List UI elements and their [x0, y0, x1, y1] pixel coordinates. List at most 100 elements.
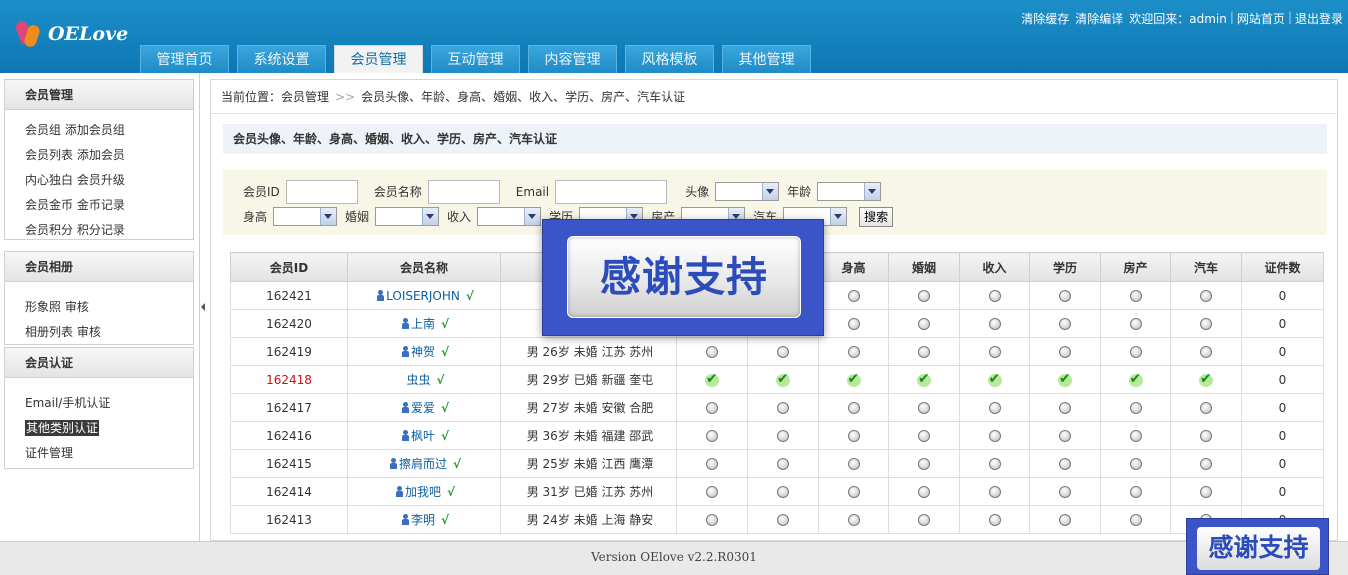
sidebar-item-member-list[interactable]: 会员列表 添加会员: [25, 143, 193, 168]
marriage-select[interactable]: [375, 207, 440, 226]
clear-cache-link[interactable]: 清除缓存: [1018, 10, 1072, 27]
verified-check-icon[interactable]: [705, 371, 719, 387]
unverified-radio-icon[interactable]: [1200, 458, 1212, 470]
unverified-radio-icon[interactable]: [1059, 346, 1071, 358]
search-button[interactable]: 搜索: [859, 206, 894, 227]
sidebar-item-album-list[interactable]: 相册列表 审核: [25, 320, 193, 345]
unverified-radio-icon[interactable]: [988, 458, 1001, 470]
unverified-radio-icon[interactable]: [706, 458, 718, 470]
clear-compile-link[interactable]: 清除编译: [1072, 10, 1126, 27]
verified-check-icon[interactable]: [1058, 371, 1072, 387]
unverified-radio-icon[interactable]: [847, 290, 860, 302]
unverified-radio-icon[interactable]: [847, 430, 860, 442]
tab-system-settings[interactable]: 系统设置: [237, 45, 326, 73]
member-name-link[interactable]: 神贺: [411, 345, 435, 359]
unverified-radio-icon[interactable]: [988, 430, 1001, 442]
unverified-radio-icon[interactable]: [777, 458, 789, 470]
unverified-radio-icon[interactable]: [1200, 402, 1212, 414]
unverified-radio-icon[interactable]: [847, 486, 860, 498]
sidebar-item-documents[interactable]: 证件管理: [25, 441, 193, 466]
unverified-radio-icon[interactable]: [1129, 458, 1142, 470]
email-input[interactable]: [555, 179, 668, 204]
unverified-radio-icon[interactable]: [777, 402, 789, 414]
tab-admin-home[interactable]: 管理首页: [140, 45, 229, 73]
unverified-radio-icon[interactable]: [847, 346, 860, 358]
sidebar-item-monologue[interactable]: 内心独白 会员升级: [25, 168, 193, 193]
unverified-radio-icon[interactable]: [847, 514, 860, 526]
unverified-radio-icon[interactable]: [1200, 318, 1212, 330]
unverified-radio-icon[interactable]: [1129, 486, 1142, 498]
age-select[interactable]: [817, 182, 882, 201]
sidebar-item-email-mobile[interactable]: Email/手机认证: [25, 391, 193, 416]
unverified-radio-icon[interactable]: [1200, 290, 1212, 302]
unverified-radio-icon[interactable]: [1059, 290, 1071, 302]
unverified-radio-icon[interactable]: [777, 346, 789, 358]
unverified-radio-icon[interactable]: [847, 318, 860, 330]
unverified-radio-icon[interactable]: [918, 458, 930, 470]
tab-content-management[interactable]: 内容管理: [528, 45, 617, 73]
unverified-radio-icon[interactable]: [918, 430, 930, 442]
unverified-radio-icon[interactable]: [988, 514, 1001, 526]
member-name-link[interactable]: LOISERJOHN: [386, 289, 460, 303]
verified-check-icon[interactable]: [846, 371, 861, 387]
unverified-radio-icon[interactable]: [1059, 514, 1071, 526]
member-name-link[interactable]: 虫虫: [406, 373, 430, 387]
unverified-radio-icon[interactable]: [918, 318, 930, 330]
member-name-link[interactable]: 擦肩而过: [399, 457, 447, 471]
unverified-radio-icon[interactable]: [1129, 402, 1142, 414]
member-name-link[interactable]: 枫叶: [411, 429, 435, 443]
tab-interaction-management[interactable]: 互动管理: [431, 45, 520, 73]
unverified-radio-icon[interactable]: [777, 486, 789, 498]
breadcrumb-root[interactable]: 会员管理: [281, 90, 329, 104]
unverified-radio-icon[interactable]: [988, 318, 1001, 330]
unverified-radio-icon[interactable]: [988, 402, 1001, 414]
sidebar-item-points[interactable]: 会员积分 积分记录: [25, 218, 193, 243]
sidebar-item-gold[interactable]: 会员金币 金币记录: [25, 193, 193, 218]
unverified-radio-icon[interactable]: [777, 430, 789, 442]
verified-check-icon[interactable]: [1199, 371, 1213, 387]
verified-check-icon[interactable]: [776, 371, 790, 387]
member-name-link[interactable]: 加我吧: [405, 485, 441, 499]
unverified-radio-icon[interactable]: [918, 402, 930, 414]
unverified-radio-icon[interactable]: [988, 346, 1001, 358]
verified-check-icon[interactable]: [987, 371, 1002, 387]
member-name-link[interactable]: 爱爱: [411, 401, 435, 415]
unverified-radio-icon[interactable]: [1200, 346, 1212, 358]
tab-style-templates[interactable]: 风格模板: [625, 45, 714, 73]
unverified-radio-icon[interactable]: [1059, 430, 1071, 442]
unverified-radio-icon[interactable]: [1200, 430, 1212, 442]
avatar-select[interactable]: [715, 182, 780, 201]
member-name-input[interactable]: [427, 179, 500, 204]
sidebar-item-other-verification[interactable]: 其他类别认证: [25, 416, 193, 441]
unverified-radio-icon[interactable]: [847, 402, 860, 414]
member-name-link[interactable]: 上南: [411, 317, 435, 331]
unverified-radio-icon[interactable]: [918, 514, 930, 526]
unverified-radio-icon[interactable]: [706, 430, 718, 442]
unverified-radio-icon[interactable]: [988, 486, 1001, 498]
sidebar-item-member-groups[interactable]: 会员组 添加会员组: [25, 118, 193, 143]
height-select[interactable]: [273, 207, 338, 226]
unverified-radio-icon[interactable]: [706, 514, 718, 526]
unverified-radio-icon[interactable]: [1129, 514, 1142, 526]
verified-check-icon[interactable]: [1128, 371, 1143, 387]
unverified-radio-icon[interactable]: [1129, 318, 1142, 330]
unverified-radio-icon[interactable]: [777, 514, 789, 526]
unverified-radio-icon[interactable]: [988, 290, 1001, 302]
tab-other-management[interactable]: 其他管理: [722, 45, 811, 73]
unverified-radio-icon[interactable]: [847, 458, 860, 470]
sidebar-collapse-handle[interactable]: [200, 300, 206, 314]
unverified-radio-icon[interactable]: [1059, 402, 1071, 414]
unverified-radio-icon[interactable]: [1059, 486, 1071, 498]
unverified-radio-icon[interactable]: [918, 290, 930, 302]
income-select[interactable]: [477, 207, 542, 226]
unverified-radio-icon[interactable]: [706, 402, 718, 414]
logo[interactable]: OELove: [14, 19, 128, 49]
member-id-input[interactable]: [285, 179, 358, 204]
unverified-radio-icon[interactable]: [918, 486, 930, 498]
unverified-radio-icon[interactable]: [1059, 318, 1071, 330]
logout-link[interactable]: 退出登录: [1292, 10, 1346, 27]
unverified-radio-icon[interactable]: [1059, 458, 1071, 470]
unverified-radio-icon[interactable]: [1200, 486, 1212, 498]
unverified-radio-icon[interactable]: [1129, 290, 1142, 302]
member-name-link[interactable]: 李明: [411, 513, 435, 527]
